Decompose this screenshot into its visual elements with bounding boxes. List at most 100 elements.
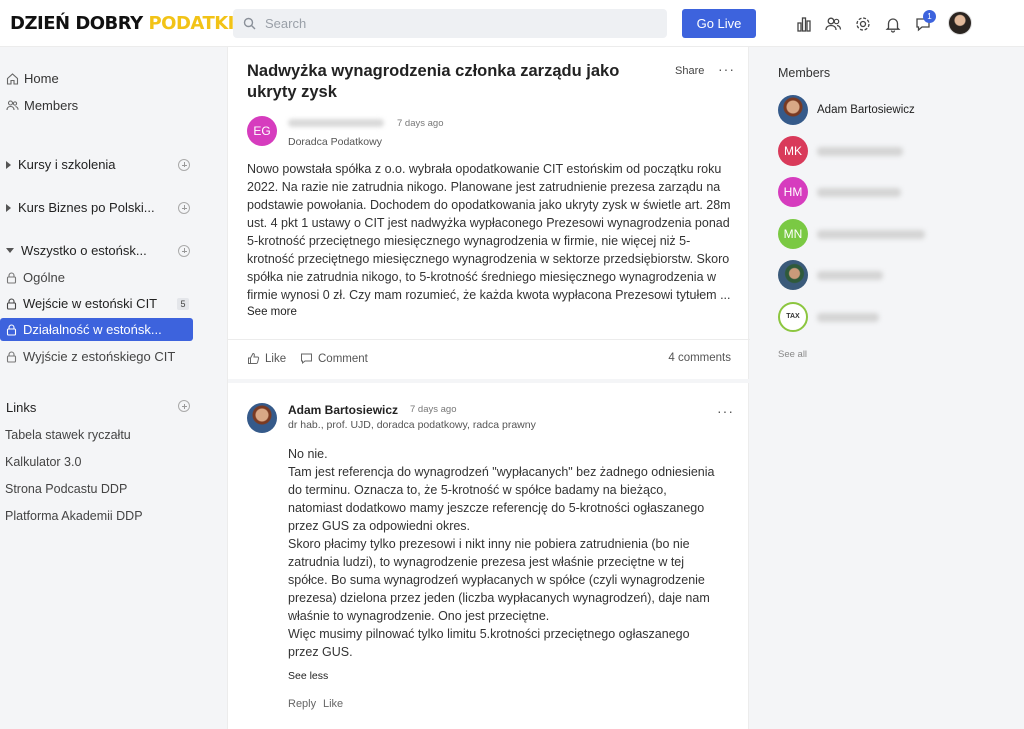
member-name-blurred <box>817 229 925 239</box>
nav-home[interactable]: Home <box>6 71 59 86</box>
nav-members-label: Members <box>24 98 79 113</box>
channel-label: Wyjście z estońskiego CIT <box>23 349 176 364</box>
group-kursy-i-szkolenia[interactable]: Kursy i szkolenia <box>6 157 190 172</box>
comment-icon <box>301 353 312 365</box>
members-title: Members <box>778 66 831 80</box>
comment-more-icon[interactable]: ··· <box>717 403 734 419</box>
group-wszystko-o-estonskim[interactable]: Wszystko o estońsk... <box>6 243 190 258</box>
post-body: Nowo powstała spółka z o.o. wybrała opod… <box>247 162 731 302</box>
see-more-link[interactable]: See more <box>247 306 297 318</box>
lock-icon <box>6 297 17 310</box>
comment-button[interactable]: Comment <box>300 352 368 365</box>
comment-time: 7 days ago <box>410 404 457 415</box>
chevron-right-icon <box>6 203 11 212</box>
members-panel: Members Adam Bartosiewicz MK HM MN TAX S… <box>750 47 1024 729</box>
comment-line: Tam jest referencja do wynagrodzeń "wypł… <box>288 465 715 533</box>
channel-dzialalnosc[interactable]: Działalność w estońsk... <box>0 318 193 341</box>
logo[interactable]: DZIEŃ DOBRY PODATKI <box>10 13 234 35</box>
link-kalkulator[interactable]: Kalkulator 3.0 <box>5 455 81 469</box>
reply-button[interactable]: Reply <box>288 698 316 710</box>
post-author-role: Doradca Podatkowy <box>288 136 382 148</box>
member-name-blurred <box>817 187 901 197</box>
like-label: Like <box>265 352 287 365</box>
comment-author-name[interactable]: Adam Bartosiewicz <box>288 403 398 417</box>
channel-ogolne[interactable]: Ogólne <box>0 266 193 289</box>
lock-icon <box>6 271 17 284</box>
nav-home-label: Home <box>24 71 59 86</box>
link-akademia[interactable]: Platforma Akademii DDP <box>5 509 143 523</box>
group-label: Wszystko o estońsk... <box>21 243 147 258</box>
member-name-blurred <box>817 146 903 156</box>
comment-line: Więc musimy pilnować tylko limitu 5.krot… <box>288 627 690 659</box>
section-separator <box>228 379 750 383</box>
logo-text-accent: PODATKI <box>148 13 234 34</box>
more-options-icon[interactable]: ··· <box>718 61 735 77</box>
add-channel-icon[interactable] <box>178 158 190 171</box>
user-avatar[interactable] <box>948 11 972 35</box>
add-channel-icon[interactable] <box>178 244 190 257</box>
comment-line: Skoro płacimy tylko prezesowi i nikt inn… <box>288 537 710 623</box>
member-row[interactable]: MN <box>778 219 925 249</box>
bell-icon[interactable] <box>884 15 902 33</box>
members-icon[interactable] <box>824 15 842 33</box>
member-row[interactable]: TAX <box>778 302 879 332</box>
tax-logo-avatar: TAX <box>778 302 808 332</box>
post-card: Nadwyżka wynagrodzenia członka zarządu j… <box>227 47 750 729</box>
chart-icon[interactable] <box>795 15 813 33</box>
chevron-right-icon <box>6 160 11 169</box>
nav-members[interactable]: Members <box>6 98 78 113</box>
search-icon <box>243 17 256 30</box>
group-kurs-biznes[interactable]: Kurs Biznes po Polski... <box>6 200 190 215</box>
comment-body: No nie. Tam jest referencja do wynagrodz… <box>288 445 718 661</box>
links-heading: Links <box>6 400 190 415</box>
group-label: Kurs Biznes po Polski... <box>18 200 155 215</box>
member-row[interactable]: HM <box>778 177 901 207</box>
member-avatar: MN <box>778 219 808 249</box>
channel-label: Ogólne <box>23 270 65 285</box>
search-box[interactable] <box>233 9 667 38</box>
notification-badge: 1 <box>923 10 936 23</box>
comment-like-button[interactable]: Like <box>323 698 343 710</box>
member-avatar: HM <box>778 177 808 207</box>
settings-icon[interactable] <box>854 15 872 33</box>
member-avatar: MK <box>778 136 808 166</box>
channel-wejscie[interactable]: Wejście w estoński CIT 5 <box>0 292 193 315</box>
member-avatar <box>778 260 808 290</box>
channel-wyjscie[interactable]: Wyjście z estońskiego CIT <box>0 345 193 368</box>
link-podcast[interactable]: Strona Podcastu DDP <box>5 482 127 496</box>
member-name-blurred <box>817 312 879 322</box>
comment-author-role: dr hab., prof. UJD, doradca podatkowy, r… <box>288 419 536 431</box>
channel-label: Wejście w estoński CIT <box>23 296 158 311</box>
member-name-blurred <box>817 270 883 280</box>
see-less-link[interactable]: See less <box>288 670 328 682</box>
links-title-label: Links <box>6 400 37 415</box>
go-live-button[interactable]: Go Live <box>682 9 756 38</box>
post-author-name-blurred[interactable] <box>288 119 384 127</box>
member-name: Adam Bartosiewicz <box>817 104 915 116</box>
share-button[interactable]: Share <box>675 65 704 77</box>
like-button[interactable]: Like <box>247 352 286 365</box>
add-link-icon[interactable] <box>178 400 190 412</box>
channel-label: Działalność w estońsk... <box>23 322 162 337</box>
comment-author-avatar[interactable] <box>247 403 277 433</box>
add-channel-icon[interactable] <box>178 201 190 214</box>
comment-label: Comment <box>318 352 368 365</box>
post-author-avatar[interactable]: EG <box>247 116 277 146</box>
chevron-down-icon <box>6 248 14 253</box>
unread-count-badge: 5 <box>177 297 189 310</box>
member-row[interactable] <box>778 260 883 290</box>
members-icon <box>6 100 19 111</box>
member-avatar <box>778 95 808 125</box>
post-title: Nadwyżka wynagrodzenia członka zarządu j… <box>247 62 620 101</box>
divider <box>228 339 750 340</box>
search-input[interactable] <box>265 9 655 38</box>
sidebar: Home Members Kursy i szkolenia Kurs Bizn… <box>0 47 227 729</box>
member-row[interactable]: Adam Bartosiewicz <box>778 95 915 125</box>
member-row[interactable]: MK <box>778 136 903 166</box>
group-label: Kursy i szkolenia <box>18 157 116 172</box>
home-icon <box>6 73 19 85</box>
lock-icon <box>6 350 17 363</box>
comments-count[interactable]: 4 comments <box>668 352 731 364</box>
see-all-members-link[interactable]: See all <box>778 349 807 360</box>
link-tabela[interactable]: Tabela stawek ryczałtu <box>5 428 131 442</box>
